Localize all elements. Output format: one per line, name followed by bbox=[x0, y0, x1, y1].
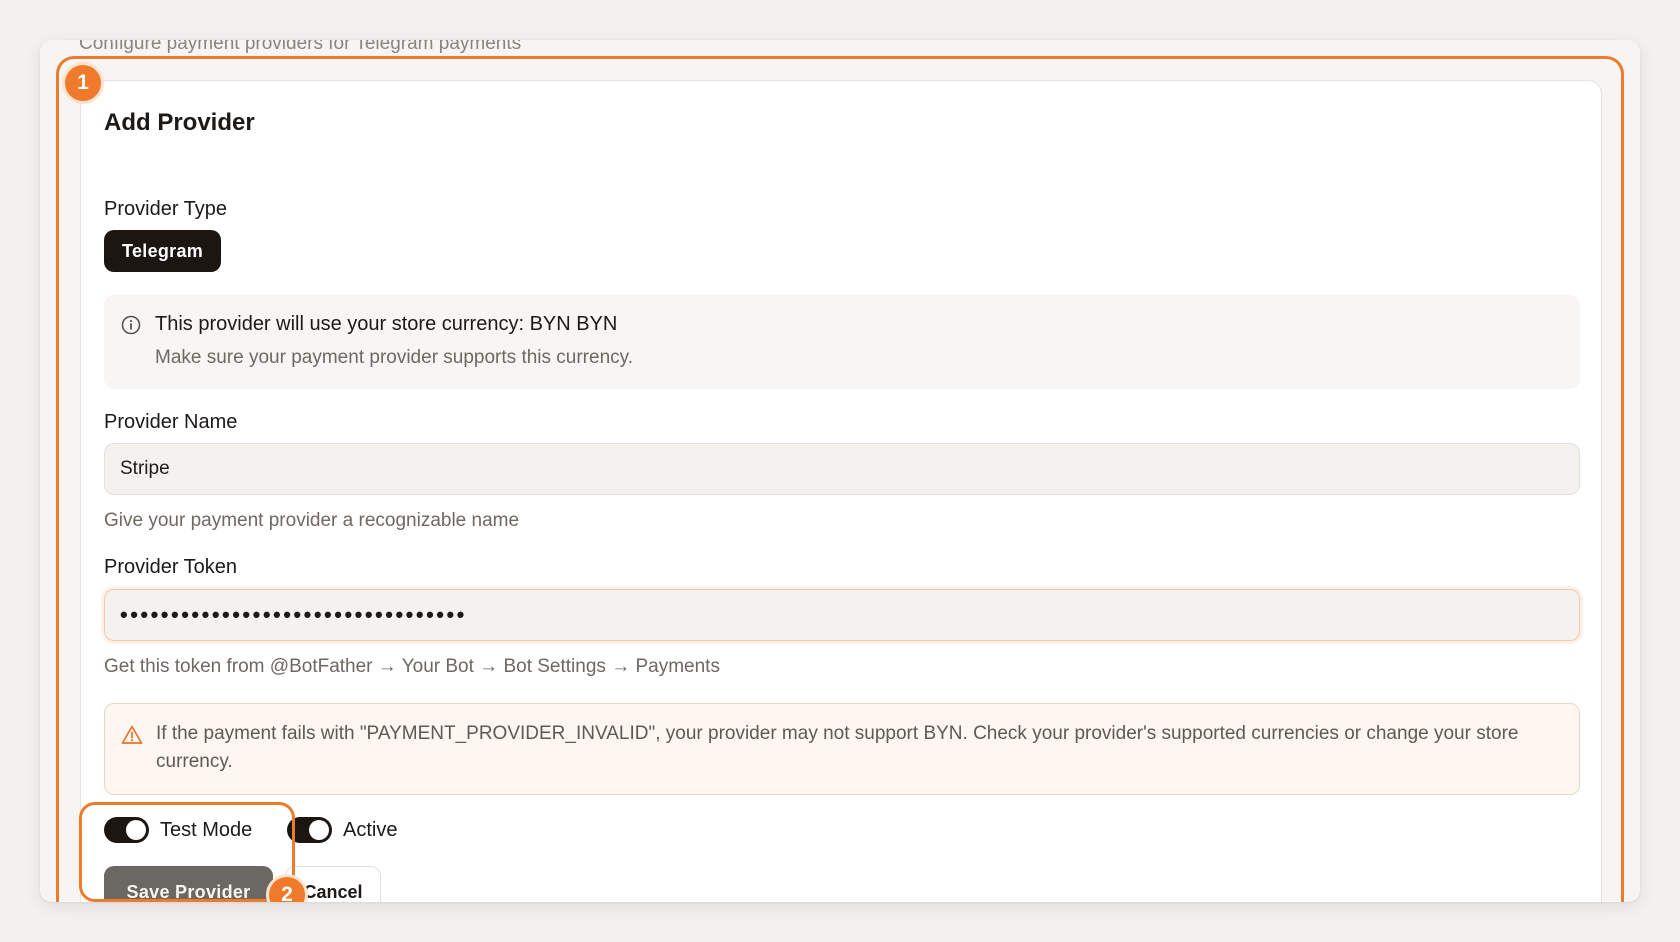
provider-name-input[interactable]: Stripe bbox=[104, 443, 1580, 495]
currency-notice-subtitle: Make sure your payment provider supports… bbox=[155, 347, 634, 368]
annotation-badge-1: 1 bbox=[62, 62, 104, 104]
save-provider-button[interactable]: Save Provider bbox=[104, 866, 273, 902]
test-mode-toggle[interactable] bbox=[104, 817, 149, 843]
app-window: Configure payment providers for Telegram… bbox=[40, 40, 1640, 902]
card-title: Add Provider bbox=[104, 109, 255, 136]
provider-type-telegram-button[interactable]: Telegram bbox=[104, 230, 222, 272]
provider-name-label: Provider Name bbox=[104, 411, 238, 433]
currency-notice-title: This provider will use your store curren… bbox=[155, 313, 618, 335]
toggle-knob bbox=[126, 820, 146, 840]
currency-warning-text: If the payment fails with "PAYMENT_PROVI… bbox=[156, 723, 1519, 772]
test-mode-label: Test Mode bbox=[160, 819, 253, 841]
add-provider-card: Add Provider Provider Type Telegram This… bbox=[80, 80, 1602, 902]
currency-warning: If the payment fails with "PAYMENT_PROVI… bbox=[104, 703, 1580, 795]
warning-triangle-icon bbox=[121, 725, 143, 744]
active-toggle[interactable] bbox=[287, 817, 332, 843]
provider-name-helper: Give your payment provider a recognizabl… bbox=[104, 510, 520, 531]
currency-notice: This provider will use your store curren… bbox=[104, 295, 1580, 389]
active-label: Active bbox=[343, 819, 398, 841]
page-subtitle: Configure payment providers for Telegram… bbox=[79, 40, 522, 54]
toggle-knob bbox=[309, 820, 329, 840]
provider-token-input[interactable]: •••••••••••••••••••••••••••••••••• bbox=[104, 589, 1580, 641]
provider-type-label: Provider Type bbox=[104, 198, 228, 220]
info-icon bbox=[121, 315, 141, 335]
provider-token-helper: Get this token from @BotFather → Your Bo… bbox=[104, 656, 720, 677]
provider-token-label: Provider Token bbox=[104, 556, 238, 578]
